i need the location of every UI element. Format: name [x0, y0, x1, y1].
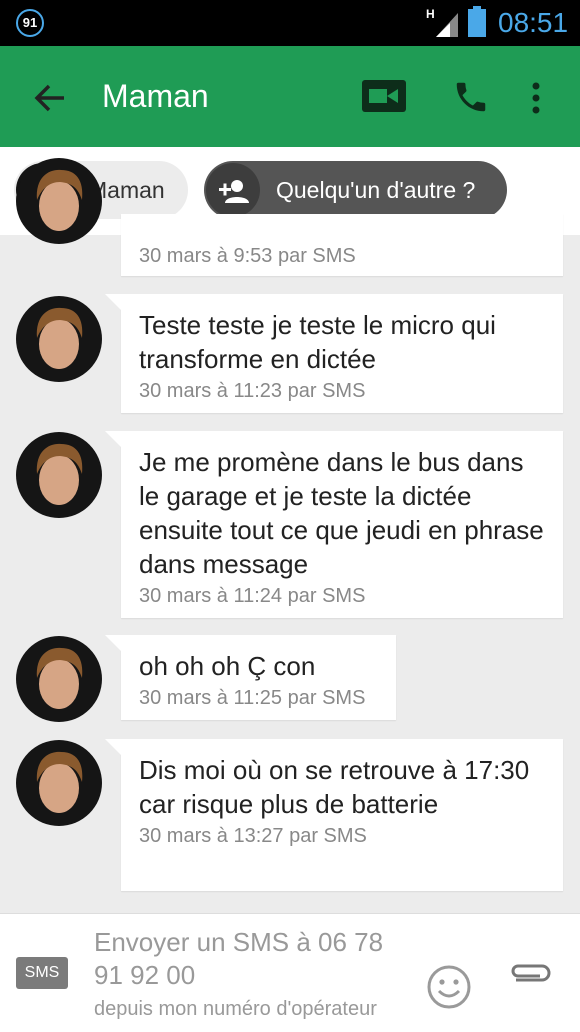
message-text: oh oh oh Ç con [139, 651, 316, 681]
avatar [16, 296, 102, 382]
message-bubble: 30 mars à 9:53 par SMS [121, 214, 563, 276]
sender-note: depuis mon numéro d'opérateur [94, 998, 377, 1020]
message-text: Je me promène dans le bus dans le garage… [139, 447, 544, 579]
conversation-title: Maman [102, 78, 209, 114]
compose-bar: SMS Envoyer un SMS à 06 78 91 92 00 depu… [0, 913, 580, 1032]
clock: 08:51 [498, 7, 569, 38]
notification-badge-icon: 91 [16, 9, 44, 37]
signal-icon: H [426, 7, 458, 37]
message-meta: 30 mars à 11:25 par SMS [139, 687, 366, 709]
video-call-icon[interactable] [362, 80, 406, 112]
message-bubble: oh oh oh Ç con 30 mars à 11:25 par SMS [105, 635, 396, 720]
message-meta: 30 mars à 11:23 par SMS [139, 380, 366, 402]
battery-icon [468, 6, 486, 37]
back-arrow-icon[interactable] [32, 80, 68, 116]
status-bar: 91 H 08:51 [0, 0, 580, 46]
message-input[interactable]: Envoyer un SMS à 06 78 91 92 00 [94, 926, 404, 992]
message-bubble: Teste teste je teste le micro qui transf… [105, 294, 563, 413]
message-text: Teste teste je teste le micro qui transf… [139, 310, 496, 374]
message-text: Dis moi où on se retrouve à 17:30 car ri… [139, 755, 530, 819]
app-bar: Maman [0, 46, 580, 147]
message-meta: 30 mars à 13:27 par SMS [139, 825, 367, 847]
add-participant-chip[interactable]: Quelqu'un d'autre ? [204, 161, 507, 219]
phone-icon[interactable] [452, 78, 490, 116]
message-bubble: Dis moi où on se retrouve à 17:30 car ri… [105, 739, 563, 891]
network-type: H [426, 7, 435, 21]
add-participant-label: Quelqu'un d'autre ? [276, 177, 476, 203]
avatar [16, 740, 102, 826]
avatar [16, 432, 102, 518]
message-meta: 30 mars à 9:53 par SMS [139, 245, 356, 267]
sms-mode-button[interactable]: SMS [16, 957, 68, 989]
avatar [16, 158, 102, 244]
avatar [16, 636, 102, 722]
add-person-icon [206, 163, 260, 217]
emoji-icon[interactable] [426, 964, 472, 1010]
message-meta: 30 mars à 11:24 par SMS [139, 585, 366, 607]
message-bubble: Je me promène dans le bus dans le garage… [105, 431, 563, 618]
attach-icon[interactable] [506, 958, 554, 988]
more-vert-icon[interactable] [526, 78, 546, 118]
